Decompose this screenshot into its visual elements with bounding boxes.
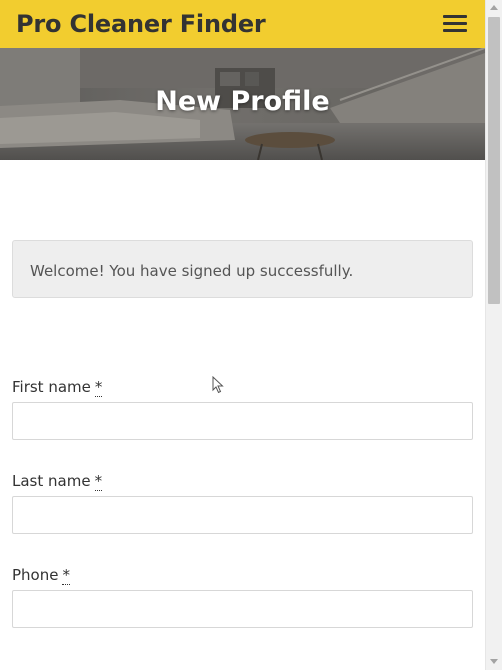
page-title: New Profile bbox=[155, 86, 330, 117]
required-marker: * bbox=[62, 566, 70, 585]
browser-viewport: Pro Cleaner Finder New Profile Welcome! … bbox=[0, 0, 485, 670]
page: Pro Cleaner Finder New Profile Welcome! … bbox=[0, 0, 502, 670]
phone-label-text: Phone bbox=[12, 566, 59, 584]
hamburger-bar bbox=[443, 15, 467, 18]
scroll-down-arrow-icon[interactable] bbox=[490, 659, 498, 664]
first-name-label-text: First name bbox=[12, 378, 91, 396]
alert-message: Welcome! You have signed up successfully… bbox=[30, 262, 354, 280]
brand-logo-link[interactable]: Pro Cleaner Finder bbox=[16, 10, 266, 38]
required-marker: * bbox=[94, 378, 103, 397]
first-name-field[interactable] bbox=[12, 402, 473, 440]
scroll-up-arrow-icon[interactable] bbox=[490, 5, 498, 10]
last-name-label-text: Last name bbox=[12, 472, 91, 490]
hamburger-menu-icon[interactable] bbox=[443, 15, 467, 33]
last-name-label: Last name * bbox=[12, 472, 103, 491]
hero-banner: New Profile bbox=[0, 48, 485, 160]
phone-label: Phone * bbox=[12, 566, 70, 585]
required-marker: * bbox=[94, 472, 103, 491]
success-alert: Welcome! You have signed up successfully… bbox=[12, 240, 473, 298]
top-navbar: Pro Cleaner Finder bbox=[0, 0, 485, 48]
hamburger-bar bbox=[443, 22, 467, 25]
phone-field[interactable] bbox=[12, 590, 473, 628]
page-scrollbar[interactable] bbox=[485, 0, 502, 670]
scrollbar-thumb[interactable] bbox=[488, 17, 500, 304]
hamburger-bar bbox=[443, 29, 467, 32]
last-name-field[interactable] bbox=[12, 496, 473, 534]
mouse-pointer-icon bbox=[212, 376, 224, 394]
first-name-label: First name * bbox=[12, 378, 103, 397]
